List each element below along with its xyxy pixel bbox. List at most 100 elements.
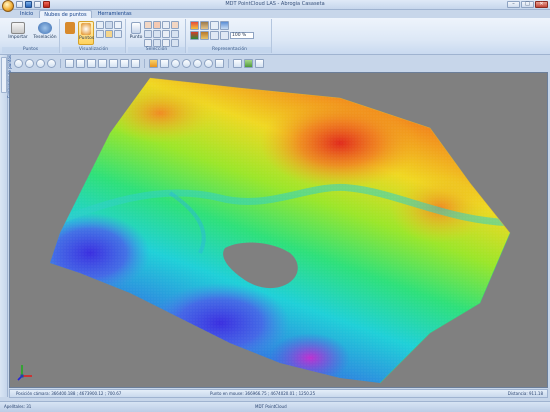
zoom-out-icon[interactable] bbox=[25, 59, 34, 68]
importar-button[interactable]: Importar bbox=[6, 21, 30, 45]
rotate-icon[interactable] bbox=[182, 59, 191, 68]
select-poly-icon[interactable] bbox=[153, 21, 161, 29]
grid-toggle-icon[interactable] bbox=[149, 59, 158, 68]
view-top-icon[interactable] bbox=[109, 59, 118, 68]
toolbar-separator bbox=[228, 59, 229, 68]
select-fence-icon[interactable] bbox=[171, 39, 179, 47]
group-label-seleccion: Selección bbox=[128, 47, 185, 53]
import-icon bbox=[11, 22, 25, 34]
window-title: MDT PointCloud LAS - Abrogia Casaseta bbox=[225, 1, 325, 7]
options-icon[interactable] bbox=[255, 59, 264, 68]
intensity-icon[interactable] bbox=[220, 21, 229, 30]
representation-options bbox=[190, 21, 229, 40]
puntos-label: Puntos bbox=[79, 36, 95, 41]
fly-icon[interactable] bbox=[193, 59, 202, 68]
deselect-icon[interactable] bbox=[153, 30, 161, 38]
select-height-icon[interactable] bbox=[144, 39, 152, 47]
pointer-icon bbox=[131, 22, 141, 34]
visualization-options bbox=[96, 21, 122, 38]
toolbar-separator bbox=[60, 59, 61, 68]
select-class-icon[interactable] bbox=[171, 30, 179, 38]
title-bar: MDT PointCloud LAS - Abrogia Casaseta – … bbox=[0, 0, 550, 12]
maximize-button[interactable]: □ bbox=[521, 1, 534, 8]
invert-selection-icon[interactable] bbox=[144, 30, 152, 38]
select-rect-icon[interactable] bbox=[144, 21, 152, 29]
zoom-window-icon[interactable] bbox=[36, 59, 45, 68]
box-icon[interactable] bbox=[96, 30, 104, 38]
view-back-icon[interactable] bbox=[76, 59, 85, 68]
teselacion-label: Teselación bbox=[33, 35, 57, 40]
toolbar-separator bbox=[144, 59, 145, 68]
surface-icon bbox=[65, 22, 75, 34]
frame-icon[interactable] bbox=[114, 30, 122, 38]
view-iso-icon[interactable] bbox=[131, 59, 140, 68]
rgb-icon[interactable] bbox=[190, 31, 199, 40]
zoom-in-icon[interactable] bbox=[14, 59, 23, 68]
shading-icon[interactable] bbox=[200, 31, 209, 40]
palette-icon[interactable] bbox=[220, 31, 229, 40]
side-panel: Explorador de puntos bbox=[0, 55, 12, 397]
view-left-icon[interactable] bbox=[87, 59, 96, 68]
group-representacion: 100 % Representación bbox=[188, 19, 272, 53]
distance-text: Distancia: 911.18 bbox=[507, 391, 543, 396]
ribbon: Importar Teselación Puntos Puntos Visual… bbox=[0, 18, 550, 55]
bottom-center-text: MDT PointCloud bbox=[255, 404, 287, 409]
zoom-extents-icon[interactable] bbox=[47, 59, 56, 68]
tab-herramientas[interactable]: Herramientas bbox=[94, 10, 136, 18]
group-seleccion: Punto Selección bbox=[128, 19, 186, 53]
camera-position-text: Posición cámara: 366400.188 ; 4673900.12… bbox=[16, 391, 122, 396]
group-label-puntos: Puntos bbox=[2, 47, 59, 53]
select-color-icon[interactable] bbox=[153, 39, 161, 47]
tessellation-icon bbox=[38, 22, 52, 34]
view-bottom-icon[interactable] bbox=[120, 59, 129, 68]
status-bar: Posición cámara: 366400.188 ; 4673900.12… bbox=[9, 389, 548, 398]
point-cloud-terrain bbox=[50, 77, 511, 384]
bottom-bar: Apelltales: 31 MDT PointCloud bbox=[0, 401, 550, 412]
measure-icon[interactable] bbox=[233, 59, 242, 68]
ribbon-tabs: Inicio Nubes de puntos Herramientas bbox=[0, 10, 550, 18]
selection-options bbox=[144, 21, 179, 47]
view-right-icon[interactable] bbox=[98, 59, 107, 68]
highlight-icon[interactable] bbox=[105, 30, 113, 38]
mouse-point-text: Punto en mouse: 366966.75 ; 4674020.01 ;… bbox=[210, 391, 316, 396]
select-layer-icon[interactable] bbox=[162, 30, 170, 38]
wireframe-icon[interactable] bbox=[96, 21, 104, 29]
importar-label: Importar bbox=[8, 35, 28, 40]
group-visualizacion: Puntos Visualización bbox=[62, 19, 126, 53]
close-button[interactable]: ✕ bbox=[535, 1, 548, 8]
group-label-representacion: Representación bbox=[188, 47, 271, 53]
view-mode-button[interactable] bbox=[63, 21, 77, 45]
explorer-tab[interactable]: Explorador de puntos bbox=[1, 55, 12, 98]
grid-icon[interactable] bbox=[114, 21, 122, 29]
legend-icon[interactable] bbox=[210, 31, 219, 40]
tab-inicio[interactable]: Inicio bbox=[16, 10, 37, 18]
classification-icon[interactable] bbox=[210, 21, 219, 30]
axis-gizmo bbox=[17, 365, 32, 381]
teselacion-button[interactable]: Teselación bbox=[32, 21, 58, 45]
points-icon bbox=[81, 23, 91, 35]
puntos-button[interactable]: Puntos bbox=[78, 21, 94, 45]
walk-icon[interactable] bbox=[204, 59, 213, 68]
shaded-icon[interactable] bbox=[105, 21, 113, 29]
group-label-visualizacion: Visualización bbox=[62, 47, 125, 53]
bottom-left-text: Apelltales: 31 bbox=[4, 404, 32, 409]
dropdown-arrow-icon[interactable] bbox=[215, 59, 224, 68]
punto-button[interactable]: Punto bbox=[129, 21, 143, 45]
color-by-height-icon[interactable] bbox=[190, 21, 199, 30]
tab-nubes-de-puntos[interactable]: Nubes de puntos bbox=[39, 10, 92, 18]
3d-viewport[interactable] bbox=[9, 72, 548, 388]
point-size-select[interactable]: 100 % bbox=[230, 32, 254, 39]
select-all-icon[interactable] bbox=[171, 21, 179, 29]
group-puntos: Importar Teselación Puntos bbox=[2, 19, 60, 53]
viewport-toolbar bbox=[9, 57, 548, 70]
select-circle-icon[interactable] bbox=[162, 21, 170, 29]
select-box-icon[interactable] bbox=[162, 39, 170, 47]
punto-label: Punto bbox=[129, 35, 143, 40]
layer-icon[interactable] bbox=[244, 59, 253, 68]
minimize-button[interactable]: – bbox=[507, 1, 520, 8]
view-front-icon[interactable] bbox=[65, 59, 74, 68]
pan-icon[interactable] bbox=[171, 59, 180, 68]
texture-icon[interactable] bbox=[200, 21, 209, 30]
application-menu-button[interactable] bbox=[2, 0, 14, 12]
orbit-icon[interactable] bbox=[160, 59, 169, 68]
